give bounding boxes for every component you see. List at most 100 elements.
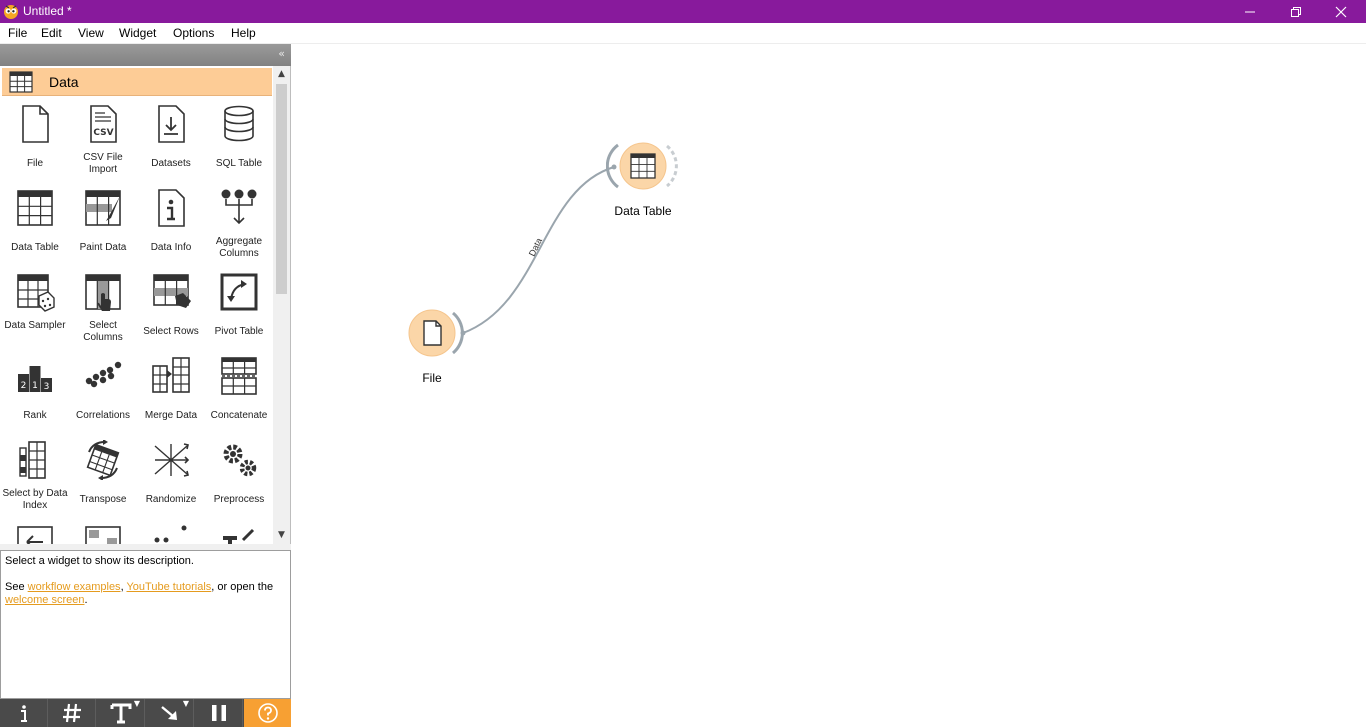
node-file[interactable]	[406, 309, 466, 359]
open-text: , or open the	[211, 581, 274, 593]
widget-csv-file-import[interactable]: CSV CSV File Import	[69, 102, 137, 184]
widget-concatenate[interactable]: Concatenate	[205, 354, 273, 436]
node-label-data-table[interactable]: Data Table	[605, 204, 681, 218]
arrow-annotation-icon	[160, 706, 177, 720]
widget-select-columns[interactable]: Select Columns	[69, 270, 137, 352]
minimize-button[interactable]	[1227, 0, 1273, 23]
widget-partial[interactable]	[137, 522, 205, 544]
table-icon	[17, 526, 53, 544]
period-text: .	[84, 594, 88, 606]
node-data-table-graphic	[605, 142, 678, 190]
window-title: Untitled *	[23, 4, 72, 18]
arrow-annotation-button[interactable]: ▼	[146, 699, 194, 727]
widget-preprocess[interactable]: Preprocess	[205, 438, 273, 520]
restore-button[interactable]	[1273, 0, 1319, 23]
minimize-icon	[1245, 11, 1255, 12]
widget-paint-data[interactable]: Paint Data	[69, 186, 137, 268]
workflow-examples-link[interactable]: workflow examples	[28, 581, 121, 593]
database-icon	[224, 105, 254, 142]
table-icon	[9, 71, 33, 93]
description-intro: Select a widget to show its description.	[5, 555, 194, 567]
orange-app-icon	[4, 5, 18, 19]
help-button[interactable]	[244, 699, 291, 727]
pivot-icon	[220, 273, 258, 311]
description-links: See workflow examples, YouTube tutorials…	[5, 581, 286, 607]
concatenate-icon	[221, 357, 257, 395]
grid-icon	[62, 703, 81, 723]
widget-data-info[interactable]: Data Info	[137, 186, 205, 268]
workflow-canvas[interactable]: Data File Data Table	[291, 44, 1366, 727]
svg-text:CSV: CSV	[93, 128, 113, 138]
info-icon	[20, 705, 27, 722]
scroll-up-icon[interactable]: ▲	[273, 66, 290, 83]
node-data-table[interactable]	[605, 141, 678, 193]
widget-label: Select by Data Index	[2, 488, 68, 511]
welcome-screen-link[interactable]: welcome screen	[5, 594, 84, 606]
grid-button[interactable]	[48, 699, 96, 727]
datasets-icon	[158, 105, 185, 143]
scrollbar-thumb[interactable]	[276, 84, 287, 294]
widget-label: Correlations	[76, 410, 130, 421]
widget-data-sampler[interactable]: Data Sampler	[1, 270, 69, 352]
widget-label: CSV File Import	[83, 152, 123, 175]
menu-edit[interactable]: Edit	[41, 26, 62, 41]
widget-pivot-table[interactable]: Pivot Table	[205, 270, 273, 352]
svg-text:2: 2	[21, 381, 27, 391]
dock-header: «	[0, 44, 291, 66]
paint-data-icon	[85, 190, 121, 226]
widget-rank[interactable]: 213 Rank	[1, 354, 69, 436]
menu-file[interactable]: File	[8, 26, 27, 41]
node-label-file[interactable]: File	[403, 371, 461, 385]
menu-options[interactable]: Options	[173, 26, 214, 41]
widget-select-by-data-index[interactable]: Select by Data Index	[1, 438, 69, 520]
select-rows-icon	[153, 274, 191, 308]
widget-partial[interactable]	[1, 522, 69, 544]
widget-label: Data Info	[150, 242, 192, 253]
randomize-icon	[154, 443, 190, 477]
category-header-data[interactable]: Data	[2, 68, 272, 96]
widget-randomize[interactable]: Randomize	[137, 438, 205, 520]
pause-button[interactable]	[195, 699, 243, 727]
merge-icon	[152, 357, 190, 393]
close-button[interactable]	[1318, 0, 1364, 23]
collapse-dock-icon[interactable]: «	[278, 47, 285, 61]
widget-partial[interactable]	[69, 522, 137, 544]
scatter-dots-icon	[85, 361, 122, 388]
widget-toolbox: Data File CSV CSV File Import Datasets S…	[0, 66, 291, 544]
pause-icon	[211, 705, 226, 721]
svg-text:1: 1	[32, 381, 38, 391]
text-annotation-button[interactable]: ▼	[97, 699, 145, 727]
info-button[interactable]	[0, 699, 48, 727]
help-icon	[257, 703, 278, 723]
toolbox-scrollbar[interactable]: ▲ ▼	[273, 66, 290, 544]
youtube-tutorials-link[interactable]: YouTube tutorials	[126, 581, 211, 593]
menu-view[interactable]: View	[78, 26, 104, 41]
file-icon	[22, 105, 49, 143]
csv-file-icon: CSV	[90, 105, 117, 143]
widget-file[interactable]: File	[1, 102, 69, 184]
menu-help[interactable]: Help	[231, 26, 256, 41]
widget-aggregate-columns[interactable]: Aggregate Columns	[205, 186, 273, 268]
widget-label: Select Columns	[83, 320, 123, 343]
widget-sql-table[interactable]: SQL Table	[205, 102, 273, 184]
widget-transpose[interactable]: Transpose	[69, 438, 137, 520]
widget-label: Datasets	[151, 158, 191, 169]
see-text: See	[5, 581, 28, 593]
close-icon	[1335, 6, 1347, 17]
link-layer: Data	[460, 164, 617, 336]
widget-correlations[interactable]: Correlations	[69, 354, 137, 436]
widget-datasets[interactable]: Datasets	[137, 102, 205, 184]
menu-bar: File Edit View Widget Options Help	[0, 23, 1366, 44]
widget-label: Preprocess	[213, 494, 265, 505]
widget-select-rows[interactable]: Select Rows	[137, 270, 205, 352]
widget-label: File	[26, 158, 44, 169]
widget-partial[interactable]	[205, 522, 273, 544]
widget-label: Select Rows	[143, 326, 199, 337]
widget-data-table[interactable]: Data Table	[1, 186, 69, 268]
widget-label: Data Sampler	[4, 320, 66, 331]
widget-merge-data[interactable]: Merge Data	[137, 354, 205, 436]
scroll-down-icon[interactable]: ▼	[273, 527, 290, 544]
transpose-icon	[86, 440, 120, 480]
menu-widget[interactable]: Widget	[119, 26, 156, 41]
widget-label: Aggregate Columns	[215, 236, 263, 259]
